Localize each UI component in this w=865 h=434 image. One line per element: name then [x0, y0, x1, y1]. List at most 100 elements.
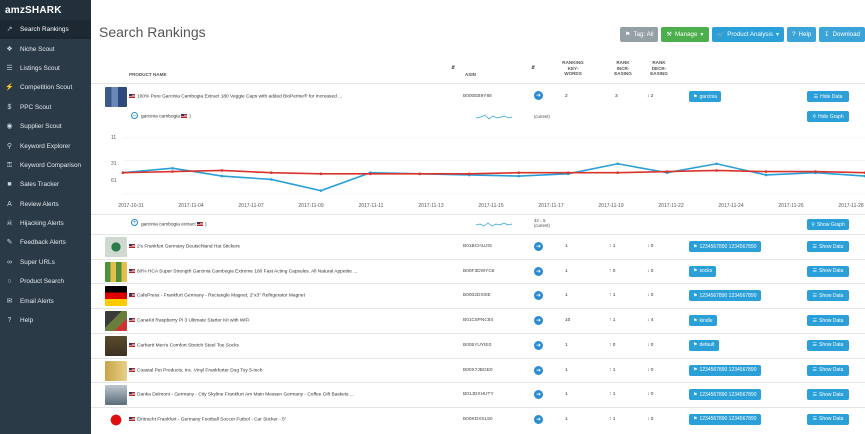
- brand-logo[interactable]: amzSHARK: [0, 0, 91, 20]
- show-data-button[interactable]: ☰ Show Data: [807, 290, 849, 302]
- arrow-down-icon: ↓: [647, 244, 650, 249]
- product-name: 2's Frankfurt Germany Deutschland Hat St…: [137, 244, 240, 250]
- keyword-row[interactable]: + garcinia cambogia extract ) 43 ↓ 5 (cur…: [91, 214, 865, 234]
- expand-icon[interactable]: +: [131, 219, 138, 226]
- col-ranking-keywords[interactable]: RANKING KEY-WORDS: [561, 60, 585, 77]
- collapse-icon[interactable]: –: [131, 112, 138, 119]
- sidebar-item-sales-tracker[interactable]: ■ Sales Tracker: [0, 175, 91, 194]
- table-row[interactable]: 60% HCA Super Strength Garcinia Cambogia…: [91, 258, 865, 284]
- keyword-tag-button[interactable]: ⚑ kindle: [689, 315, 717, 327]
- table-row[interactable]: Coastal Pet Products, Inc. Vinyl Frankfu…: [91, 357, 865, 383]
- table-row[interactable]: 2's Frankfurt Germany Deutschland Hat St…: [91, 234, 865, 259]
- sidebar-item-niche-scout[interactable]: ❖ Niche Scout: [0, 39, 91, 58]
- keyword-tag-button[interactable]: ⚑ socks: [689, 265, 717, 277]
- y-tick: 31: [111, 161, 117, 167]
- us-flag-icon: [129, 342, 135, 347]
- help-button[interactable]: ? Help: [787, 27, 817, 42]
- sidebar-item-hijacking-alerts[interactable]: ☠ Hijacking Alerts: [0, 214, 91, 233]
- hide-graph-button[interactable]: ⚲ Hide Graph: [807, 111, 849, 122]
- arrow-right-icon[interactable]: ➜: [534, 242, 543, 251]
- sidebar-item-supplier-scout[interactable]: ◉ Supplier Scout: [0, 117, 91, 136]
- keyword-tag-button[interactable]: ⚑ 1234567890 1234567890: [689, 389, 761, 401]
- sidebar-item-email-alerts[interactable]: ✉ Email Alerts: [0, 291, 91, 310]
- arrow-right-icon[interactable]: ➜: [534, 365, 543, 375]
- show-data-button[interactable]: ☰ Show Data: [807, 413, 849, 425]
- sidebar-item-feedback-alerts[interactable]: ✎ Feedback Alerts: [0, 233, 91, 252]
- col-product-name[interactable]: PRODUCT NAME: [129, 72, 167, 78]
- keyword-tag-button[interactable]: ⚑ garcinia: [689, 91, 721, 102]
- download-button[interactable]: ↧ Download: [819, 27, 865, 42]
- sidebar-item-help[interactable]: ? Help: [0, 311, 91, 330]
- product-name: CafePress - Frankfurt Germany - Rectangl…: [137, 293, 305, 299]
- arrow-right-icon[interactable]: ➜: [534, 91, 543, 100]
- hide-data-button[interactable]: ☰ Hide Data: [807, 91, 849, 102]
- show-data-button[interactable]: ☰ Show Data: [807, 315, 849, 327]
- arrow-right-icon[interactable]: ➜: [534, 266, 543, 276]
- sparkline: [476, 222, 512, 227]
- arrow-right-icon[interactable]: ➜: [534, 414, 543, 424]
- sidebar-item-label: Hijacking Alerts: [20, 220, 64, 228]
- arrow-right-icon[interactable]: ➜: [534, 291, 543, 301]
- sidebar-item-super-urls[interactable]: ∞ Super URLs: [0, 253, 91, 272]
- asin: B0002DX0IE: [463, 293, 491, 299]
- sidebar-item-search-rankings[interactable]: ↗ Search Rankings: [0, 20, 91, 40]
- table-row[interactable]: CafePress - Frankfurt Germany - Rectangl…: [91, 283, 865, 308]
- asin: B00X7JBGE0: [463, 367, 493, 373]
- asin: B005YUYIE0: [463, 342, 492, 348]
- sidebar-item-keyword-explorer[interactable]: ⚲ Keyword Explorer: [0, 136, 91, 155]
- show-data-button[interactable]: ☰ Show Data: [807, 389, 849, 401]
- x-tick: 2017-11-17: [538, 203, 564, 209]
- table-row[interactable]: Carhartt Men's Comfort Stretch Steel Toe…: [91, 332, 865, 358]
- asin: B00KDXSL50: [463, 416, 493, 422]
- show-data-button[interactable]: ☰ Show Data: [807, 265, 849, 277]
- tag-filter-button[interactable]: ⚑ Tag: All: [619, 27, 659, 42]
- product-analysis-button[interactable]: 🛒 Product Analysis ▾: [711, 27, 785, 42]
- product-image: [105, 335, 127, 356]
- x-tick: 2017-11-11: [358, 203, 384, 209]
- keyword-tag-button[interactable]: ⚑ default: [689, 339, 719, 351]
- show-data-button[interactable]: ☰ Show Data: [807, 241, 849, 252]
- col-rank-increasing[interactable]: RANK INCR-EASING: [611, 60, 635, 77]
- table-row[interactable]: Eintracht Frankfurt - Germany Football S…: [91, 406, 865, 432]
- data-point: [270, 178, 273, 181]
- sidebar-item-review-alerts[interactable]: A Review Alerts: [0, 195, 91, 214]
- sidebar-item-competition-scout[interactable]: ⚡ Competition Scout: [0, 78, 91, 97]
- keyword-tag-button[interactable]: ⚑ 1234567890 1234567890: [689, 413, 761, 425]
- compass-icon: ❖: [6, 45, 13, 53]
- sidebar-item-ppc-scout[interactable]: $ PPC Scout: [0, 98, 91, 117]
- sidebar-item-listings-scout[interactable]: ☰ Listings Scout: [0, 59, 91, 78]
- table-row[interactable]: CanaKit Raspberry Pi 3 Ultimate Starter …: [91, 308, 865, 333]
- keyword-row[interactable]: – garcinia cambogia ) (current) ⚲ Hide Gr…: [91, 109, 865, 127]
- sidebar-item-keyword-comparison[interactable]: ⚿ Keyword Comparison: [0, 156, 91, 175]
- data-point: [517, 171, 521, 175]
- arrow-right-icon[interactable]: ➜: [534, 340, 543, 350]
- sort-icon[interactable]: ⇵: [531, 65, 535, 72]
- arrow-right-icon[interactable]: ➜: [534, 390, 543, 400]
- manage-button[interactable]: ⚒ Manage ▾: [661, 27, 709, 42]
- show-data-button[interactable]: ☰ Show Data: [807, 364, 849, 376]
- keyword-tag-button[interactable]: ⚑ 1234567890 1234567890: [689, 364, 761, 376]
- arrow-down-icon: ↓: [647, 367, 650, 373]
- show-graph-button[interactable]: ⚲ Show Graph: [807, 219, 849, 230]
- col-rank-decreasing[interactable]: RANK DECR-EASING: [647, 60, 671, 77]
- y-tick: 11: [111, 135, 117, 141]
- sidebar-item-label: Feedback Alerts: [20, 239, 66, 247]
- data-point: [171, 166, 174, 170]
- asin: B01JDXHUTY: [463, 392, 494, 398]
- col-asin[interactable]: ASIN: [465, 72, 476, 78]
- keyword-tag-button[interactable]: ⚑ 1234567890 1234567890: [689, 290, 761, 302]
- sidebar-item-product-search[interactable]: ○ Product Search: [0, 272, 91, 291]
- rank-chart: 11 31 61 2017-10-31 2017-11-04 2017-11-07 2…: [91, 128, 865, 214]
- show-data-button[interactable]: ☰ Show Data: [807, 339, 849, 351]
- sort-icon[interactable]: ⇵: [451, 65, 455, 72]
- table-row[interactable]: Danka Delmont - Germany - City Skyline F…: [91, 382, 865, 407]
- series-line-0: [122, 162, 865, 192]
- keyword-tag-button[interactable]: ⚑ 1234567890 1234567890: [689, 241, 761, 252]
- table-row-expanded[interactable]: 100% Pure Garcinia Cambogia Extract 180 …: [91, 83, 865, 109]
- list-icon: ☰: [813, 93, 819, 100]
- rank-increasing-count: 1: [612, 416, 616, 422]
- arrow-up-icon: ↑: [609, 244, 612, 249]
- arrow-right-icon[interactable]: ➜: [534, 316, 543, 326]
- data-point: [715, 162, 718, 166]
- toolbar: ⚑ Tag: All ⚒ Manage ▾ 🛒 Product Analysis ▾ ? H…: [619, 27, 865, 42]
